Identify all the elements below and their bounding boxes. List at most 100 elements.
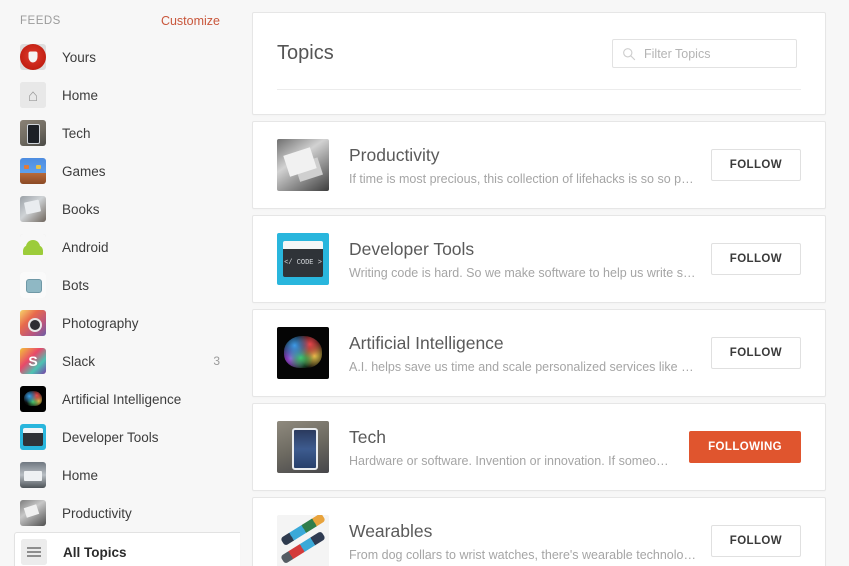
filter-topics-search[interactable] [612,39,797,68]
slack-logo-icon [20,348,46,374]
sidebar-item-label: Artificial Intelligence [62,392,181,407]
smartphone-icon [20,120,46,146]
smartphone-thumb [277,421,329,473]
sidebar-item-slack[interactable]: Slack 3 [0,342,240,380]
topic-row[interactable]: Wearables From dog collars to wrist watch… [252,497,826,566]
sidebar-item-home[interactable]: Home [0,76,240,114]
app-root: FEEDS Customize Yours Home Tech Games Books A… [0,0,849,566]
header-spacer [253,90,825,114]
hamburger-list-icon [21,539,47,565]
house-icon [20,82,46,108]
topic-text: Productivity If time is most precious, th… [349,144,697,186]
sidebar-item-home[interactable]: Home [0,456,240,494]
topic-row[interactable]: Artificial Intelligence A.I. helps save u… [252,309,826,397]
code-window-icon-art [20,424,46,450]
main-content: Topics Productivity If time is most preci… [240,0,849,566]
topic-description: Writing code is hard. So we make softwar… [349,266,697,280]
desk-papers-thumb [277,139,329,191]
customize-link[interactable]: Customize [161,14,220,28]
camera-icon-art [20,310,46,336]
topic-row[interactable]: Tech Hardware or software. Invention or i… [252,403,826,491]
topic-name: Artificial Intelligence [349,332,697,355]
sidebar-item-label: Photography [62,316,139,331]
topics-header: Topics [253,13,825,68]
search-icon [622,47,636,61]
sidebar-item-label: Slack [62,354,95,369]
topic-row[interactable]: Productivity If time is most precious, th… [252,121,826,209]
smartphone-icon-art [20,120,46,146]
slack-logo-icon-art [20,348,46,374]
sidebar-item-developer-tools[interactable]: Developer Tools [0,418,240,456]
liverpool-crest-icon [20,44,46,70]
sidebar-item-android[interactable]: Android [0,228,240,266]
code-window-thumb [277,233,329,285]
topic-text: Artificial Intelligence A.I. helps save u… [349,332,697,374]
sidebar-item-label: Home [62,88,98,103]
topic-name: Productivity [349,144,697,167]
brain-thumb [277,327,329,379]
printer-icon-art [20,462,46,488]
android-robot-icon [20,234,46,260]
feeds-section-label: FEEDS [20,15,61,27]
android-robot-icon-art [20,234,46,260]
topic-name: Tech [349,426,675,449]
sidebar-item-all-topics[interactable]: All Topics [14,532,240,566]
sidebar-item-badge: 3 [213,354,220,368]
sidebar-item-productivity[interactable]: Productivity [0,494,240,532]
topic-row[interactable]: Developer Tools Writing code is hard. So … [252,215,826,303]
search-input[interactable] [644,47,787,61]
sidebar-item-yours[interactable]: Yours [0,38,240,76]
topic-name: Wearables [349,520,697,543]
feed-list: Yours Home Tech Games Books Android Bots Photog… [0,38,240,566]
sidebar-item-label: Games [62,164,106,179]
sidebar: FEEDS Customize Yours Home Tech Games Books A… [0,0,240,566]
page-title: Topics [277,42,334,65]
follow-button[interactable]: FOLLOW [711,243,801,275]
desk-papers-icon [20,500,46,526]
topic-description: From dog collars to wrist watches, there… [349,548,697,562]
hamburger-list-icon-art [21,539,47,565]
game-pixel-icon [20,158,46,184]
sidebar-item-label: Tech [62,126,91,141]
code-window-icon [20,424,46,450]
wristbands-thumb [277,515,329,566]
liverpool-crest-icon-art [20,44,46,70]
open-book-icon [20,196,46,222]
sidebar-item-label: Yours [62,50,96,65]
sidebar-item-books[interactable]: Books [0,190,240,228]
following-button[interactable]: FOLLOWING [689,431,801,463]
follow-button[interactable]: FOLLOW [711,149,801,181]
sidebar-item-photography[interactable]: Photography [0,304,240,342]
topics-header-card: Topics [252,12,826,115]
follow-button[interactable]: FOLLOW [711,525,801,557]
sidebar-item-label: Developer Tools [62,430,159,445]
house-icon-art [20,82,46,108]
robot-icon-art [20,272,46,298]
sidebar-header: FEEDS Customize [0,0,240,38]
sidebar-item-bots[interactable]: Bots [0,266,240,304]
brain-icon-art [20,386,46,412]
camera-icon [20,310,46,336]
sidebar-item-games[interactable]: Games [0,152,240,190]
sidebar-item-tech[interactable]: Tech [0,114,240,152]
topic-description: If time is most precious, this collectio… [349,172,697,186]
follow-button[interactable]: FOLLOW [711,337,801,369]
sidebar-item-label: All Topics [63,545,127,560]
desk-papers-icon-art [20,500,46,526]
sidebar-item-label: Home [62,468,98,483]
printer-icon [20,462,46,488]
game-pixel-icon-art [20,158,46,184]
brain-icon [20,386,46,412]
sidebar-item-artificial-intelligence[interactable]: Artificial Intelligence [0,380,240,418]
sidebar-item-label: Productivity [62,506,132,521]
topic-description: Hardware or software. Invention or innov… [349,454,675,468]
topic-text: Wearables From dog collars to wrist watch… [349,520,697,562]
sidebar-item-label: Bots [62,278,89,293]
open-book-icon-art [20,196,46,222]
topic-text: Developer Tools Writing code is hard. So … [349,238,697,280]
topic-description: A.I. helps save us time and scale person… [349,360,697,374]
topic-list: Productivity If time is most precious, th… [252,121,826,566]
robot-icon [20,272,46,298]
sidebar-item-label: Android [62,240,109,255]
topic-name: Developer Tools [349,238,697,261]
